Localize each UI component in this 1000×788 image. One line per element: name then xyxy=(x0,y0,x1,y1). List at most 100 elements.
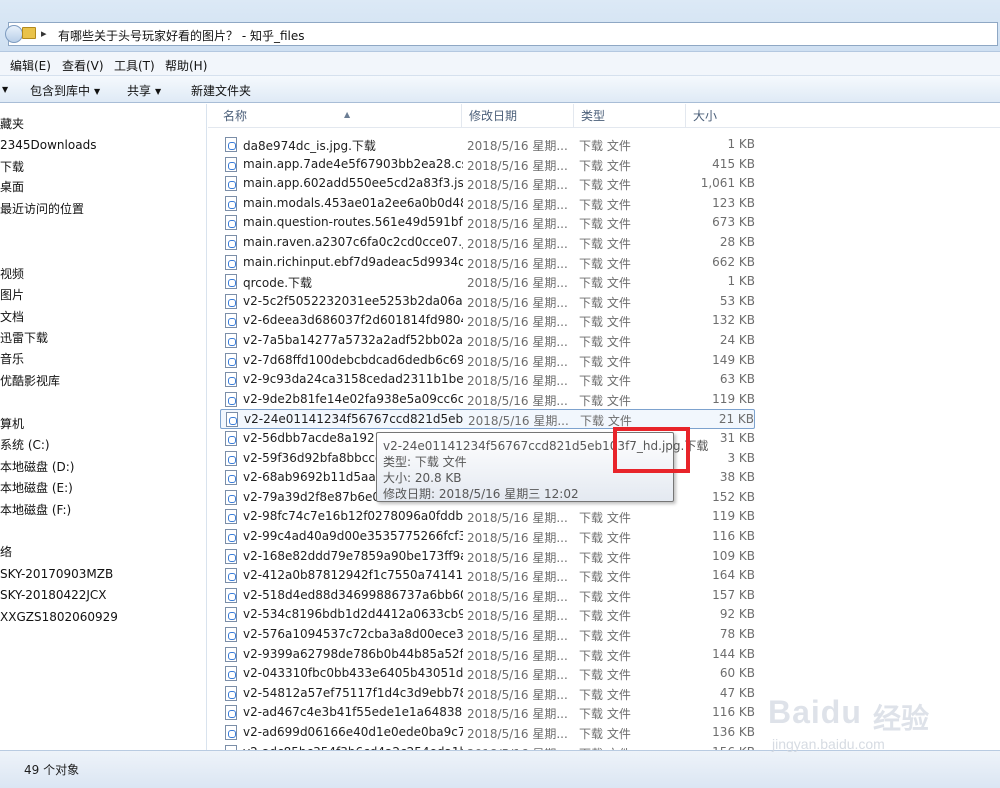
back-icon[interactable] xyxy=(5,25,23,43)
file-row[interactable]: v2-7a5ba14277a5732a2adf52bb02a7... 2018/5… xyxy=(220,331,755,351)
file-size: 673 KB xyxy=(712,215,755,230)
file-row[interactable]: v2-576a1094537c72cba3a8d00ece31... 2018/5… xyxy=(220,625,755,645)
file-row[interactable]: v2-6deea3d686037f2d601814fd9804... 2018/5… xyxy=(220,311,755,331)
file-icon xyxy=(225,352,237,368)
column-name[interactable]: 名称 ▲ xyxy=(216,104,462,128)
file-row[interactable]: main.modals.453ae01a2ee6a0b0d48... 2018/5… xyxy=(220,194,755,214)
tooltip-type: 类型: 下载 文件 xyxy=(383,455,467,469)
file-row[interactable]: v2-9399a62798de786b0b44b85a52f6... 2018/5… xyxy=(220,645,755,665)
nav-network-host-2[interactable]: SKY-20180422JCX xyxy=(0,585,107,605)
chevron-down-icon: ▼ xyxy=(155,87,162,96)
nav-videos[interactable]: 视频 xyxy=(0,264,24,284)
file-row[interactable]: main.raven.a2307c6fa0c2cd0cce07.js... 201… xyxy=(220,233,755,253)
file-date: 2018/5/16 星期... xyxy=(467,335,568,349)
share-button[interactable]: 共享 ▼ xyxy=(127,82,161,99)
file-row[interactable]: v2-168e82ddd79e7859a90be173ff9a... 2018/5… xyxy=(220,547,755,567)
file-date: 2018/5/16 星期... xyxy=(468,414,569,429)
file-icon xyxy=(225,489,237,505)
file-row[interactable]: v2-98fc74c7e16b12f0278096a0fddb6... 2018/… xyxy=(220,507,755,527)
nav-documents[interactable]: 文档 xyxy=(0,307,24,327)
file-type: 下载 文件 xyxy=(579,315,631,330)
file-row[interactable]: da8e974dc_is.jpg.下载 2018/5/16 星期... 下载 文件 1… xyxy=(220,135,755,155)
file-row[interactable]: main.question-routes.561e49d591bf6... 201… xyxy=(220,213,755,233)
column-date[interactable]: 修改日期 xyxy=(462,104,574,128)
file-name: v2-7d68ffd100debcbdcad6dedb6c69... xyxy=(243,352,463,367)
file-name: v2-412a0b87812942f1c7550a741414... xyxy=(243,568,463,583)
file-name: v2-534c8196bdb1d2d4412a0633cb9... xyxy=(243,607,463,622)
column-size[interactable]: 大小 xyxy=(686,104,766,128)
address-path[interactable]: 有哪些关于头号玩家好看的图片？ - 知乎_files xyxy=(58,27,305,44)
nav-2345downloads[interactable]: 2345Downloads xyxy=(0,135,96,155)
nav-youku-library[interactable]: 优酷影视库 xyxy=(0,371,60,391)
nav-drive-c[interactable]: 系统 (C:) xyxy=(0,435,50,455)
file-type: 下载 文件 xyxy=(579,354,631,369)
file-row[interactable]: v2-ad467c4e3b41f55ede1e1a648389f... 2018/… xyxy=(220,703,755,723)
file-list-pane: 名称 ▲ 修改日期 类型 大小 da8e974dc_is.jpg.下载 2018/… xyxy=(208,104,1000,750)
file-row[interactable]: main.app.7ade4e5f67903bb2ea28.cs... 2018/… xyxy=(220,155,755,175)
file-row[interactable]: v2-9c93da24ca3158cedad2311b1be9... 2018/5… xyxy=(220,370,755,390)
file-row[interactable]: v2-518d4ed88d34699886737a6bb60... 2018/5/… xyxy=(220,586,755,606)
nav-pictures[interactable]: 图片 xyxy=(0,285,24,305)
file-row[interactable]: v2-412a0b87812942f1c7550a741414... 2018/5… xyxy=(220,566,755,586)
file-row[interactable]: v2-7d68ffd100debcbdcad6dedb6c69... 2018/5… xyxy=(220,351,755,371)
include-library-button[interactable]: 包含到库中 ▼ xyxy=(30,82,100,99)
file-icon xyxy=(225,529,237,544)
file-type: 下载 文件 xyxy=(579,276,631,291)
file-date: 2018/5/16 星期... xyxy=(467,687,568,702)
folder-icon xyxy=(22,27,36,39)
file-row[interactable]: v2-adc85bc354f3b6cd4a2c254eda1b...2018/5… xyxy=(220,743,755,750)
new-folder-button[interactable]: 新建文件夹 xyxy=(191,82,251,99)
watermark-brand: Baidu xyxy=(768,694,862,730)
file-row[interactable]: v2-5c2f5052232031ee5253b2da06a0... 2018/5… xyxy=(220,292,755,312)
file-size: 149 KB xyxy=(712,352,755,367)
file-icon xyxy=(225,646,237,662)
chevron-right-icon[interactable]: ▸ xyxy=(41,27,47,40)
file-date: 2018/5/16 星期... xyxy=(467,727,568,741)
file-row[interactable]: main.app.602add550ee5cd2a83f3.js.... 2018… xyxy=(220,174,755,194)
file-date: 2018/5/16 星期... xyxy=(467,648,568,663)
nav-desktop[interactable]: 桌面 xyxy=(0,177,24,197)
nav-network[interactable]: 络 xyxy=(0,542,12,562)
include-library-label: 包含到库中 xyxy=(30,84,91,98)
nav-network-host-3[interactable]: XXGZS1802060929 xyxy=(0,607,118,627)
file-row[interactable]: main.richinput.ebf7d9adeac5d9934d... 2018… xyxy=(220,253,755,273)
nav-recent-places[interactable]: 最近访问的位置 xyxy=(0,199,84,219)
nav-downloads[interactable]: 下载 xyxy=(0,157,24,177)
file-name: v2-99c4ad40a9d00e3535775266fcf38... xyxy=(243,529,463,543)
address-bar[interactable]: ▸ 有哪些关于头号玩家好看的图片？ - 知乎_files xyxy=(5,22,998,46)
nav-music[interactable]: 音乐 xyxy=(0,349,24,369)
file-row[interactable]: qrcode.下载 2018/5/16 星期... 下载 文件 1 KB xyxy=(220,272,755,292)
nav-computer[interactable]: 算机 xyxy=(0,414,24,434)
file-row[interactable]: v2-9de2b81fe14e02fa938e5a09cc6c9... 2018/… xyxy=(220,390,755,410)
file-type: 下载 文件 xyxy=(579,707,631,722)
column-type[interactable]: 类型 xyxy=(574,104,686,128)
file-icon xyxy=(225,195,237,211)
menu-view[interactable]: 查看(V) xyxy=(62,57,104,74)
file-size: 1 KB xyxy=(727,274,755,289)
file-row[interactable]: v2-ad699d06166e40d1e0ede0ba9c7... 2018/5/… xyxy=(220,723,755,743)
file-row[interactable]: v2-99c4ad40a9d00e3535775266fcf38... 2018/… xyxy=(220,527,755,547)
nav-drive-e[interactable]: 本地磁盘 (E:) xyxy=(0,478,73,498)
file-row[interactable]: v2-043310fbc0bb433e6405b43051da... 2018/5… xyxy=(220,664,755,684)
file-name: v2-5c2f5052232031ee5253b2da06a0... xyxy=(243,293,463,308)
nav-drive-d[interactable]: 本地磁盘 (D:) xyxy=(0,457,74,477)
file-date: 2018/5/16 星期... xyxy=(467,393,568,408)
file-row[interactable]: v2-54812a57ef75117f1d4c3d9ebb78... 2018/5… xyxy=(220,684,755,704)
nav-favorites[interactable]: 藏夹 xyxy=(0,114,24,134)
file-size: 119 KB xyxy=(712,391,755,406)
file-date: 2018/5/16 星期... xyxy=(467,531,568,545)
nav-drive-f[interactable]: 本地磁盘 (F:) xyxy=(0,500,71,520)
menu-tools[interactable]: 工具(T) xyxy=(114,57,155,74)
baidu-jingyan-watermark: Baidu 经验 jingyan.baidu.com xyxy=(728,682,968,766)
file-date: 2018/5/16 星期... xyxy=(467,629,568,643)
file-icon xyxy=(225,235,237,250)
file-name: v2-518d4ed88d34699886737a6bb60... xyxy=(243,587,463,602)
menu-help[interactable]: 帮助(H) xyxy=(165,57,207,74)
nav-network-host-1[interactable]: SKY-20170903MZB xyxy=(0,564,113,584)
file-icon xyxy=(225,313,237,329)
nav-xunlei-downloads[interactable]: 迅雷下载 xyxy=(0,328,48,348)
menu-edit[interactable]: 编辑(E) xyxy=(10,57,51,74)
chevron-down-icon: ▼ xyxy=(2,85,9,94)
file-row[interactable]: v2-534c8196bdb1d2d4412a0633cb9... 2018/5/… xyxy=(220,605,755,625)
organize-dropdown-arrow[interactable]: ▼ xyxy=(0,82,8,96)
